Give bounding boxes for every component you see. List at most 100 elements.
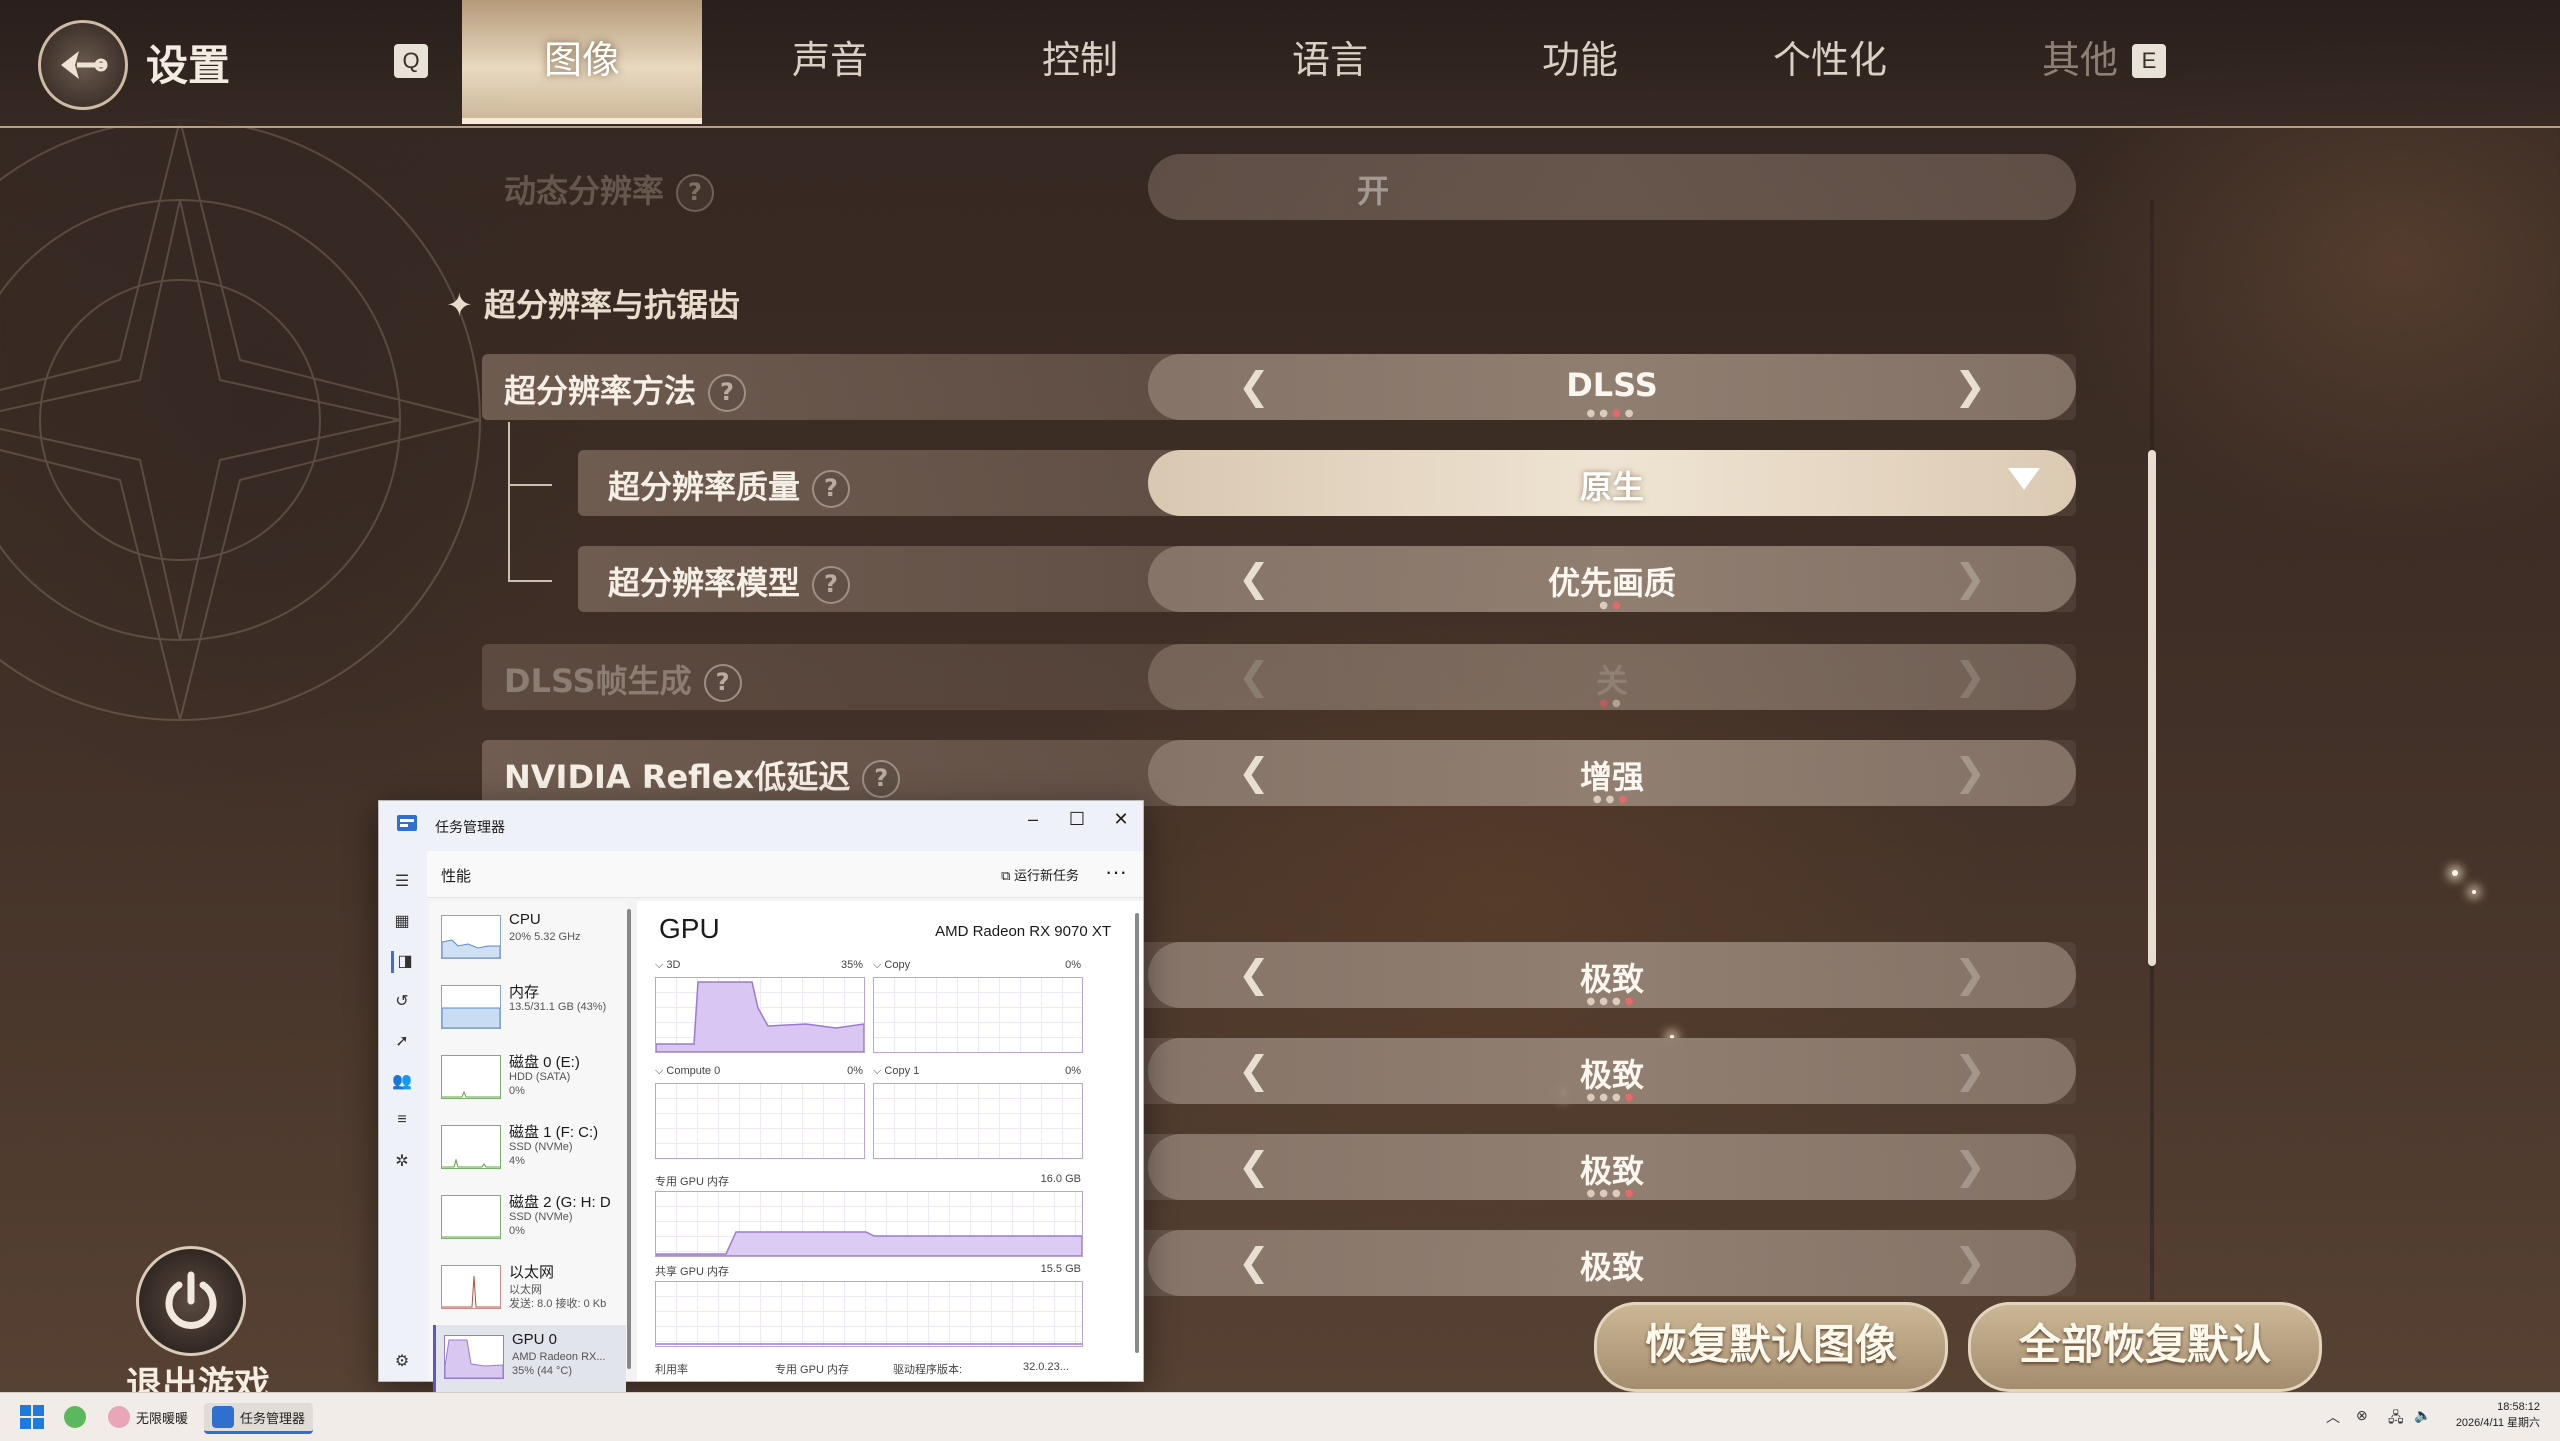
chevron-right-icon[interactable]: ❯ [1954, 952, 1986, 996]
taskbar-app-task-manager[interactable]: 任务管理器 [204, 1403, 314, 1434]
network-icon[interactable]: 🖧 [2388, 1407, 2404, 1431]
help-icon[interactable]: ? [676, 174, 715, 212]
back-button[interactable] [38, 20, 128, 110]
resource-stat: 13.5/31.1 GB (43%) [509, 1001, 607, 1013]
option-selector[interactable]: ❮ 极致 ❯ ●●●● [1148, 1134, 2076, 1200]
setting-label: 动态分辨率? [504, 166, 715, 212]
tray-overflow-chevron-icon[interactable]: ︿ [2326, 1407, 2340, 1427]
engine-pct-copy-1: 0% [1065, 1065, 1081, 1077]
tm-list-scrollbar[interactable] [627, 909, 631, 1369]
engine-name: Copy 1 [884, 1065, 920, 1077]
run-new-task-button[interactable]: ⧉ 运行新任务 [1001, 865, 1079, 884]
tab-features[interactable]: 功能 [1460, 0, 1700, 124]
help-icon[interactable]: ? [812, 566, 851, 604]
dropdown-selector[interactable]: 原生 [1148, 450, 2076, 516]
chevron-right-icon[interactable]: ❯ [1954, 1144, 1986, 1188]
setting-row-dynamic-resolution[interactable]: 动态分辨率? 开 [482, 154, 2076, 220]
app-history-icon[interactable]: ↺ [391, 991, 413, 1013]
option-selector[interactable]: ❮ 增强 ❯ ●●● [1148, 740, 2076, 806]
windows-taskbar: 无限暖暖 任务管理器 ︿ ⊗ 🖧 🔈 18:58:12 2026/4/11 星期… [0, 1392, 2560, 1441]
option-selector[interactable]: ❮ 极致 ❯ ●●●● [1148, 942, 2076, 1008]
taskbar-refresh-app[interactable] [64, 1403, 92, 1431]
system-clock[interactable]: 18:58:12 2026/4/11 星期六 [2456, 1399, 2540, 1431]
more-options-button[interactable]: ··· [1105, 859, 1127, 885]
chevron-right-icon[interactable]: ❯ [1954, 654, 1986, 698]
resource-item-gpu-0[interactable]: GPU 0 AMD Radeon RX... 35% (44 °C) [433, 1325, 626, 1393]
resource-item-disk-2[interactable]: 磁盘 2 (G: H: D SSD (NVMe) 0% [433, 1185, 623, 1253]
setting-label-text: 超分辨率模型 [608, 564, 801, 602]
tab-sound[interactable]: 声音 [710, 0, 950, 124]
option-selector[interactable]: ❮ 极致 ❯ ●●●● [1148, 1038, 2076, 1104]
taskbar-app-infinity-nikki[interactable]: 无限暖暖 [108, 1403, 188, 1431]
resource-item-memory[interactable]: 内存 13.5/31.1 GB (43%) [433, 975, 623, 1043]
tab-image[interactable]: 图像 [462, 0, 702, 124]
hamburger-menu-icon[interactable]: ☰ [391, 871, 413, 893]
setting-row-nvidia-reflex[interactable]: NVIDIA Reflex低延迟? ❮ 增强 ❯ ●●● [482, 740, 2076, 806]
option-selector[interactable]: ❮ 优先画质 ❯ ●● [1148, 546, 2076, 612]
top-navigation-bar: 设置 Q 图像 声音 控制 语言 功能 个性化 其他 E [0, 0, 2560, 128]
tab-controls[interactable]: 控制 [960, 0, 1200, 124]
engine-label-3d[interactable]: ⌵ 3D [655, 959, 680, 972]
engine-label-compute-0[interactable]: ⌵ Compute 0 [655, 1065, 720, 1078]
startup-apps-icon[interactable]: ➚ [391, 1031, 413, 1053]
help-icon[interactable]: ? [812, 470, 851, 508]
toggle-selector[interactable]: 开 [1148, 154, 2076, 220]
restore-all-defaults-button[interactable]: 全部恢复默认 [1968, 1302, 2322, 1392]
resource-name: 磁盘 2 (G: H: D [509, 1194, 611, 1211]
help-icon[interactable]: ? [862, 760, 901, 798]
chevron-right-icon[interactable]: ❯ [1954, 1048, 1986, 1092]
tree-connector [508, 422, 552, 486]
resource-stat: 0% [509, 1085, 525, 1097]
task-manager-window[interactable]: 任务管理器 – ☐ ✕ ☰ ▦ ◨ ↺ ➚ 👥 ≡ ✲ ⚙ 性能 ⧉ 运行新任务… [378, 800, 1144, 1393]
maximize-icon[interactable]: ☐ [1057, 809, 1097, 830]
prev-tab-key-hint[interactable]: Q [394, 44, 428, 78]
tab-personalization[interactable]: 个性化 [1710, 0, 1950, 124]
resource-item-ethernet[interactable]: 以太网 以太网 发送: 8.0 接收: 0 Kb [433, 1255, 623, 1323]
minimize-icon[interactable]: – [1013, 809, 1053, 830]
setting-label: DLSS帧生成? [504, 656, 742, 702]
option-selector[interactable]: ❮ 极致 ❯ [1148, 1230, 2076, 1296]
windows-start-icon[interactable] [20, 1405, 44, 1429]
setting-label: NVIDIA Reflex低延迟? [504, 752, 901, 798]
tm-titlebar[interactable]: 任务管理器 – ☐ ✕ [379, 801, 1143, 851]
resource-item-disk-0[interactable]: 磁盘 0 (E:) HDD (SATA) 0% [433, 1045, 623, 1113]
resource-stat: 4% [509, 1155, 525, 1167]
chevron-down-icon[interactable] [2008, 468, 2040, 490]
option-selector[interactable]: ❮ DLSS ❯ ●●●● [1148, 354, 2076, 420]
resource-item-disk-1[interactable]: 磁盘 1 (F: C:) SSD (NVMe) 4% [433, 1115, 623, 1183]
help-icon[interactable]: ? [703, 664, 742, 702]
setting-row-upscaling-quality[interactable]: 超分辨率质量? 原生 [578, 450, 2076, 516]
option-dots: ●● [1599, 600, 1625, 611]
option-selector[interactable]: ❮ 关 ❯ ●● [1148, 644, 2076, 710]
footer-utilization-label: 利用率 [655, 1364, 688, 1376]
engine-label-copy-1[interactable]: ⌵ Copy 1 [873, 1065, 919, 1078]
tree-connector [508, 484, 552, 582]
tm-detail-scrollbar[interactable] [1135, 913, 1139, 1353]
users-icon[interactable]: 👥 [391, 1071, 413, 1093]
setting-row-dlss-frame-generation[interactable]: DLSS帧生成? ❮ 关 ❯ ●● [482, 644, 2076, 710]
disk-sparkline [441, 1125, 501, 1169]
restore-default-image-button[interactable]: 恢复默认图像 [1594, 1302, 1948, 1392]
settings-scrollbar-thumb[interactable] [2148, 450, 2156, 966]
services-icon[interactable]: ✲ [391, 1151, 413, 1173]
tray-app-icon[interactable]: ⊗ [2356, 1407, 2368, 1424]
tab-language[interactable]: 语言 [1210, 0, 1450, 124]
resource-name: GPU 0 [512, 1331, 558, 1348]
close-icon[interactable]: ✕ [1101, 809, 1141, 830]
settings-gear-icon[interactable]: ⚙ [391, 1351, 413, 1373]
engine-label-copy[interactable]: ⌵ Copy [873, 959, 910, 972]
processes-icon[interactable]: ▦ [391, 911, 413, 933]
setting-row-upscaling-model[interactable]: 超分辨率模型? ❮ 优先画质 ❯ ●● [578, 546, 2076, 612]
help-icon[interactable]: ? [708, 374, 747, 412]
chevron-right-icon[interactable]: ❯ [1954, 1240, 1986, 1284]
chevron-right-icon[interactable]: ❯ [1954, 556, 1986, 600]
details-icon[interactable]: ≡ [391, 1111, 413, 1133]
chevron-right-icon[interactable]: ❯ [1954, 750, 1986, 794]
volume-icon[interactable]: 🔈 [2414, 1407, 2431, 1424]
resource-item-cpu[interactable]: CPU 20% 5.32 GHz [433, 905, 623, 973]
next-tab-key-hint[interactable]: E [2132, 44, 2166, 78]
setting-row-upscaling-method[interactable]: 超分辨率方法? ❮ DLSS ❯ ●●●● [482, 354, 2076, 420]
exit-game-button[interactable] [136, 1246, 246, 1356]
chevron-right-icon[interactable]: ❯ [1954, 364, 1986, 408]
performance-icon[interactable]: ◨ [391, 951, 416, 973]
